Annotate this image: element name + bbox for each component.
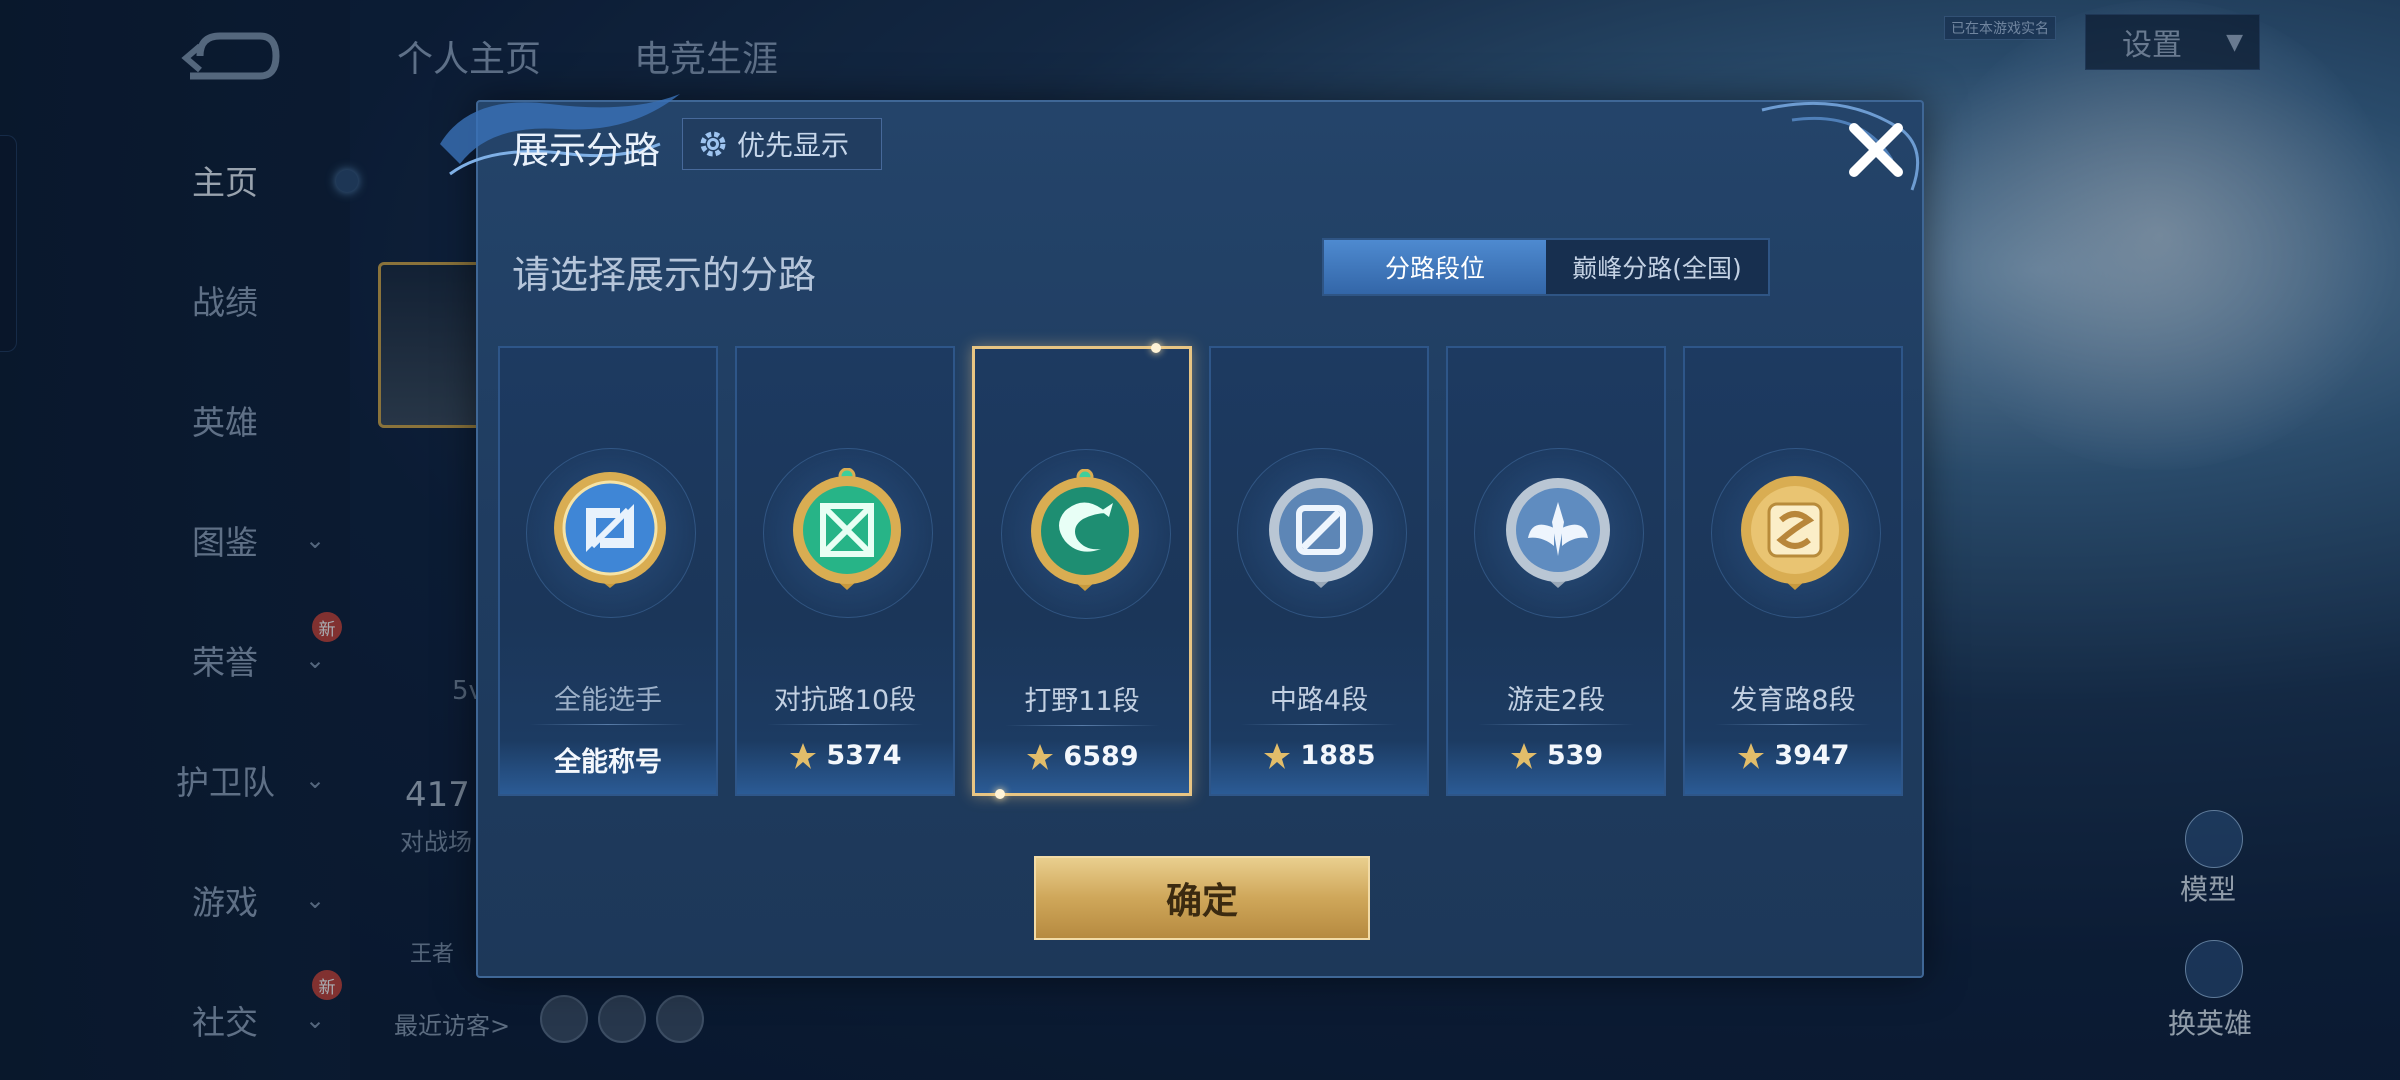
lane-card-roam[interactable]: 游走2段 539 [1446,346,1666,796]
lane-footer: 全能称号 [500,740,716,779]
points-icon [1510,742,1537,769]
lane-card-all-round[interactable]: 全能选手 全能称号 [498,346,718,796]
divider [530,724,686,725]
show-lane-dialog: 展示分路 优先显示 请选择展示的分路 分路段位 巅峰分路(全国) 全能选手 全能… [440,94,1924,978]
gear-icon [700,131,726,157]
lane-score: 5374 [826,740,902,771]
tab-lane-rank[interactable]: 分路段位 [1324,240,1546,294]
points-icon [1738,742,1765,769]
roam-emblem-icon [1506,478,1610,588]
lane-score: 1885 [1300,740,1376,771]
confirm-button[interactable]: 确定 [1034,856,1370,940]
close-button[interactable] [1838,112,1914,188]
all-round-emblem-icon [554,472,666,588]
selection-spark [1151,343,1161,353]
dialog-subtitle: 请选择展示的分路 [512,253,817,297]
lane-card-mid[interactable]: 中路4段 1885 [1209,346,1429,796]
lane-footer: 5374 [737,740,953,771]
farm-lane-emblem-icon [1741,476,1849,590]
priority-display-label: 优先显示 [737,129,850,162]
close-icon [1849,123,1903,177]
selection-spark [995,789,1005,799]
divider [1005,725,1159,726]
lane-title: 全能选手 [554,685,662,716]
points-icon [1027,743,1054,770]
divider [1241,724,1397,725]
lane-title: 游走2段 [1506,685,1606,716]
lane-score: 539 [1546,740,1604,771]
divider [1715,724,1871,725]
lane-footer: 6589 [975,741,1189,772]
tab-peak-lane[interactable]: 巅峰分路(全国) [1546,240,1768,294]
mid-lane-emblem-icon [1269,478,1373,588]
priority-display-button[interactable]: 优先显示 [682,118,882,170]
points-icon [790,742,817,769]
lane-title: 打野11段 [1024,686,1140,717]
lane-card-clash[interactable]: 对抗路10段 5374 [735,346,955,796]
lane-mode-toggle: 分路段位 巅峰分路(全国) [1322,238,1770,296]
dialog-title: 展示分路 [512,129,660,172]
divider [1478,724,1634,725]
lane-score: 6589 [1063,741,1139,772]
lane-footer: 539 [1448,740,1664,771]
lane-card-jungle[interactable]: 打野11段 6589 [972,343,1192,799]
lane-title: 中路4段 [1269,685,1369,716]
divider [767,724,923,725]
lane-card-farm[interactable]: 发育路8段 3947 [1683,346,1903,796]
lane-title: 发育路8段 [1730,685,1856,716]
lane-score: 3947 [1774,740,1850,771]
lane-footer: 1885 [1211,740,1427,771]
points-icon [1264,742,1291,769]
jungle-emblem-icon [1031,469,1139,591]
lane-score: 全能称号 [554,747,662,778]
clash-lane-emblem-icon [793,468,901,590]
lane-footer: 3947 [1685,740,1901,771]
lane-title: 对抗路10段 [773,685,917,716]
